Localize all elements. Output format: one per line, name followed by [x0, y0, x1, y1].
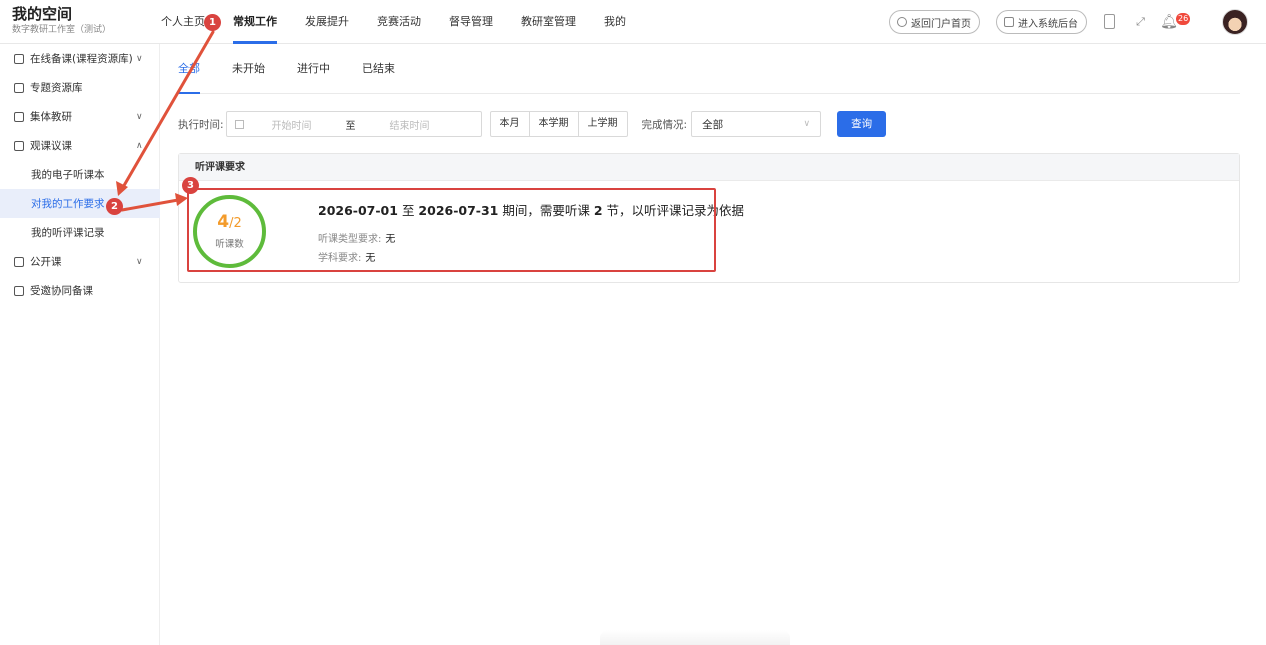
arrow-line-1	[120, 30, 215, 191]
annotation-arrows	[116, 30, 215, 212]
annotation-marker-2: 2	[106, 198, 123, 215]
annotation-marker-3: 3	[182, 177, 199, 194]
arrow-head-2	[175, 193, 188, 206]
arrow-line-2	[120, 198, 180, 212]
bottom-shadow	[600, 630, 790, 645]
annotation-marker-1: 1	[204, 14, 221, 31]
